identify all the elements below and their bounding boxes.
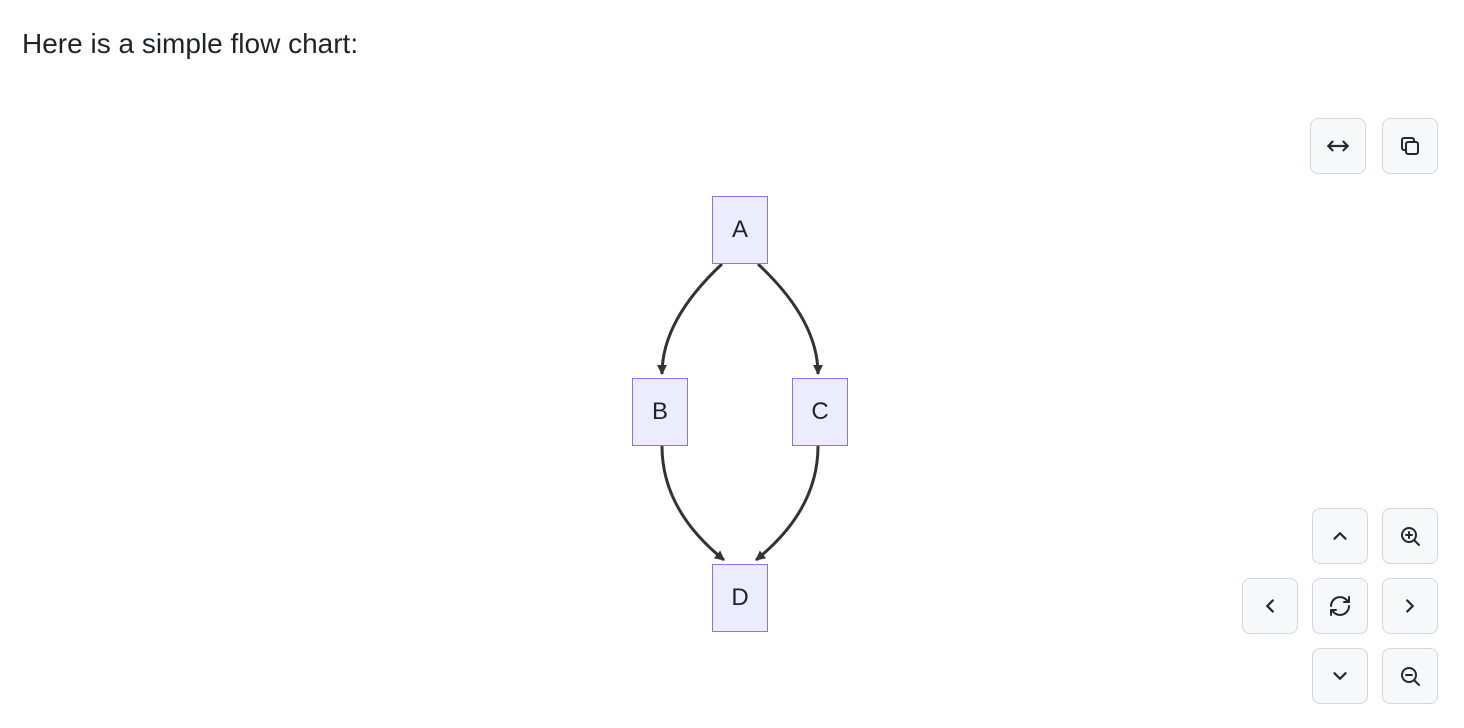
- copy-icon: [1398, 134, 1422, 158]
- toolbar-bottom: [1172, 508, 1438, 704]
- chevron-down-icon: [1329, 665, 1351, 687]
- toolbar-top: [1310, 118, 1438, 174]
- edge-b-d: [662, 446, 724, 560]
- node-a-label: A: [732, 216, 748, 244]
- pan-up-button[interactable]: [1312, 508, 1368, 564]
- node-c-label: C: [811, 398, 828, 426]
- zoom-in-icon: [1398, 524, 1422, 548]
- edge-a-b: [662, 264, 722, 374]
- chevron-left-icon: [1259, 595, 1281, 617]
- chevron-up-icon: [1329, 525, 1351, 547]
- node-b[interactable]: B: [632, 378, 688, 446]
- zoom-in-button[interactable]: [1382, 508, 1438, 564]
- node-d-label: D: [731, 584, 748, 612]
- edge-a-c: [758, 264, 818, 374]
- page-heading: Here is a simple flow chart:: [22, 28, 358, 60]
- arrows-horizontal-icon: [1325, 133, 1351, 159]
- reset-icon: [1328, 594, 1352, 618]
- edge-c-d: [756, 446, 818, 560]
- node-c[interactable]: C: [792, 378, 848, 446]
- node-b-label: B: [652, 398, 668, 426]
- pan-left-button[interactable]: [1242, 578, 1298, 634]
- pan-right-button[interactable]: [1382, 578, 1438, 634]
- fit-width-button[interactable]: [1310, 118, 1366, 174]
- pan-down-button[interactable]: [1312, 648, 1368, 704]
- zoom-out-button[interactable]: [1382, 648, 1438, 704]
- reset-button[interactable]: [1312, 578, 1368, 634]
- node-d[interactable]: D: [712, 564, 768, 632]
- zoom-out-icon: [1398, 664, 1422, 688]
- copy-button[interactable]: [1382, 118, 1438, 174]
- node-a[interactable]: A: [712, 196, 768, 264]
- chevron-right-icon: [1399, 595, 1421, 617]
